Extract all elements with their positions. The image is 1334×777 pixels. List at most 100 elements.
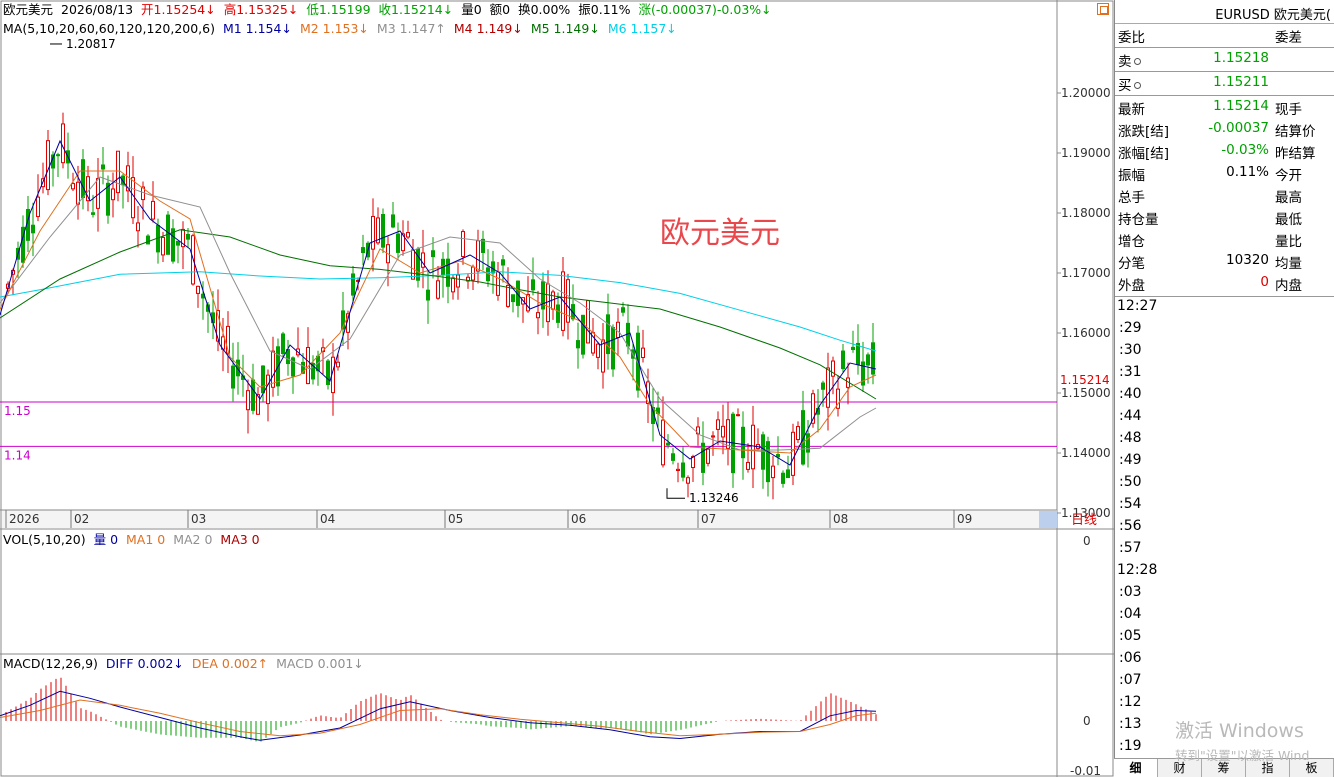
quote-row: 分笔 10320 均量 — [1115, 250, 1334, 272]
date-axis-label: 03 — [191, 512, 206, 526]
vol-legend-volume: 量 0 — [93, 532, 119, 547]
tick-time: :07 — [1119, 672, 1142, 688]
date-axis-bar — [2, 510, 1057, 528]
candle-body — [326, 360, 330, 385]
candle-body — [91, 212, 95, 215]
candle-body — [416, 248, 420, 281]
candle-body — [176, 240, 180, 246]
reference-line-label: 1.14 — [4, 448, 31, 462]
macd-axis-label: 0 — [1083, 714, 1091, 728]
candle-body — [271, 350, 275, 388]
candle-body — [196, 285, 200, 294]
candle-body — [411, 249, 415, 280]
candle-body — [806, 433, 810, 453]
candle-body — [531, 279, 535, 291]
candle-body — [721, 425, 725, 438]
candle-body — [131, 177, 135, 219]
panel-tab[interactable]: 细 — [1114, 759, 1158, 777]
ma-legend-title: MA(5,10,20,60,60,120,120,200,6) — [3, 21, 215, 36]
quote-row-label: 涨跌[结] — [1118, 124, 1170, 140]
chart-area[interactable]: 1.20000 1.19000 1.18000 1.17000 1.16000 1.150… — [0, 0, 1114, 777]
candle-body — [106, 182, 110, 216]
low-annotation: 1.13246 — [689, 491, 739, 505]
order-ratio-row: 委比 委差 — [1115, 24, 1334, 46]
ma-legend-m6: M6 1.157↓ — [607, 21, 677, 36]
candle-body — [246, 390, 250, 411]
tick-time-list[interactable]: 12:27:29:30:31:40:44:48:49:50:54:56:57 12… — [1115, 298, 1334, 758]
candle-body — [621, 307, 625, 313]
price-axis-label: 1.16000 — [1061, 326, 1111, 340]
candle-body — [771, 465, 775, 479]
symbol-name: 欧元美元 — [3, 2, 54, 17]
price-axis-label: 1.15000 — [1061, 386, 1111, 400]
candle-body — [266, 374, 270, 405]
candle-body — [461, 231, 465, 257]
candle-body — [866, 354, 870, 366]
chart-watermark-label: 欧元美元 — [660, 216, 780, 251]
price-axis-label: 1.17000 — [1061, 266, 1111, 280]
tick-time: :31 — [1119, 364, 1142, 380]
candle-body — [841, 350, 845, 370]
quote-row-label: 涨幅[结] — [1118, 146, 1170, 162]
candle-body — [351, 273, 355, 296]
macd-legend[interactable]: MACD(12,26,9) DIFF 0.002↓ DEA 0.002↑ MAC… — [3, 656, 368, 671]
candle-body — [686, 477, 690, 484]
quote-row-right-label: 内盘 — [1275, 278, 1302, 294]
candle-body — [726, 419, 730, 449]
tick-time: :04 — [1119, 606, 1142, 622]
quote-row: 振幅 0.11% 今开 — [1115, 162, 1334, 184]
separator — [1115, 296, 1334, 297]
tick-time: :48 — [1119, 430, 1142, 446]
activation-watermark: 激活 Windows 转到"设置"以激活 Wind — [1175, 716, 1309, 764]
tick-time: :49 — [1119, 452, 1142, 468]
buy-row[interactable]: 买 1.15211 — [1115, 72, 1334, 94]
buy-price: 1.15211 — [1213, 74, 1269, 90]
vol-legend-ma3: MA3 0 — [220, 532, 260, 547]
date-axis-label: 08 — [833, 512, 848, 526]
candle-body — [641, 347, 645, 358]
quote-panel-title[interactable]: EURUSD 欧元美元( — [1115, 0, 1334, 24]
candle-body — [286, 349, 290, 365]
price-axis-label: 1.20000 — [1061, 86, 1111, 100]
tick-time: :19 — [1119, 738, 1142, 754]
tick-time: :50 — [1119, 474, 1142, 490]
candle-body — [661, 419, 665, 466]
quote-row: 增仓 量比 — [1115, 228, 1334, 250]
quote-row-value: 0 — [1260, 274, 1269, 290]
candle-body — [666, 442, 670, 446]
vol-legend-ma1: MA1 0 — [126, 532, 166, 547]
quote-panel: EURUSD 欧元美元( 委比 委差 卖 1.15218 买 1.15211 最… — [1114, 0, 1334, 777]
macd-axis-label: -0.01 — [1070, 764, 1101, 777]
candle-body — [711, 435, 715, 438]
vol-legend[interactable]: VOL(5,10,20) 量 0 MA1 0 MA2 0 MA3 0 — [3, 532, 264, 547]
tick-time: :03 — [1119, 584, 1142, 600]
ma-legend-m2: M2 1.153↓ — [299, 21, 369, 36]
date-axis-label: 04 — [320, 512, 335, 526]
buy-label: 买 — [1118, 78, 1132, 94]
window-toggle-icon[interactable] — [1097, 3, 1109, 15]
sell-row[interactable]: 卖 1.15218 — [1115, 48, 1334, 70]
macd-legend-diff: DIFF 0.002↓ — [105, 656, 184, 671]
candle-body — [371, 215, 375, 250]
candle-body — [791, 431, 795, 476]
ma-legend[interactable]: MA(5,10,20,60,60,120,120,200,6) M1 1.154… — [3, 21, 681, 36]
candle-body — [436, 280, 440, 299]
tick-time: :30 — [1119, 342, 1142, 358]
quote-row-label: 总手 — [1118, 190, 1145, 206]
candle-body — [741, 426, 745, 459]
candle-body — [546, 283, 550, 323]
candle-body — [446, 258, 450, 287]
period-label: 日线 — [1071, 513, 1097, 528]
candle-body — [136, 222, 140, 232]
candle-body — [151, 200, 155, 220]
tick-time: :44 — [1119, 408, 1142, 424]
quote-row: 涨跌[结] -0.00037 结算价 — [1115, 118, 1334, 140]
trading-app: 1.20000 1.19000 1.18000 1.17000 1.16000 1.150… — [0, 0, 1334, 777]
quote-row-value: -0.00037 — [1208, 120, 1269, 136]
candle-body — [56, 154, 60, 157]
amount-value: 额0 — [489, 2, 511, 17]
candle-body — [251, 379, 255, 411]
bar-date: 2026/08/13 — [61, 2, 134, 17]
high-price: 高1.15325↓ — [223, 2, 299, 17]
tick-time: 12:27 — [1117, 298, 1158, 314]
